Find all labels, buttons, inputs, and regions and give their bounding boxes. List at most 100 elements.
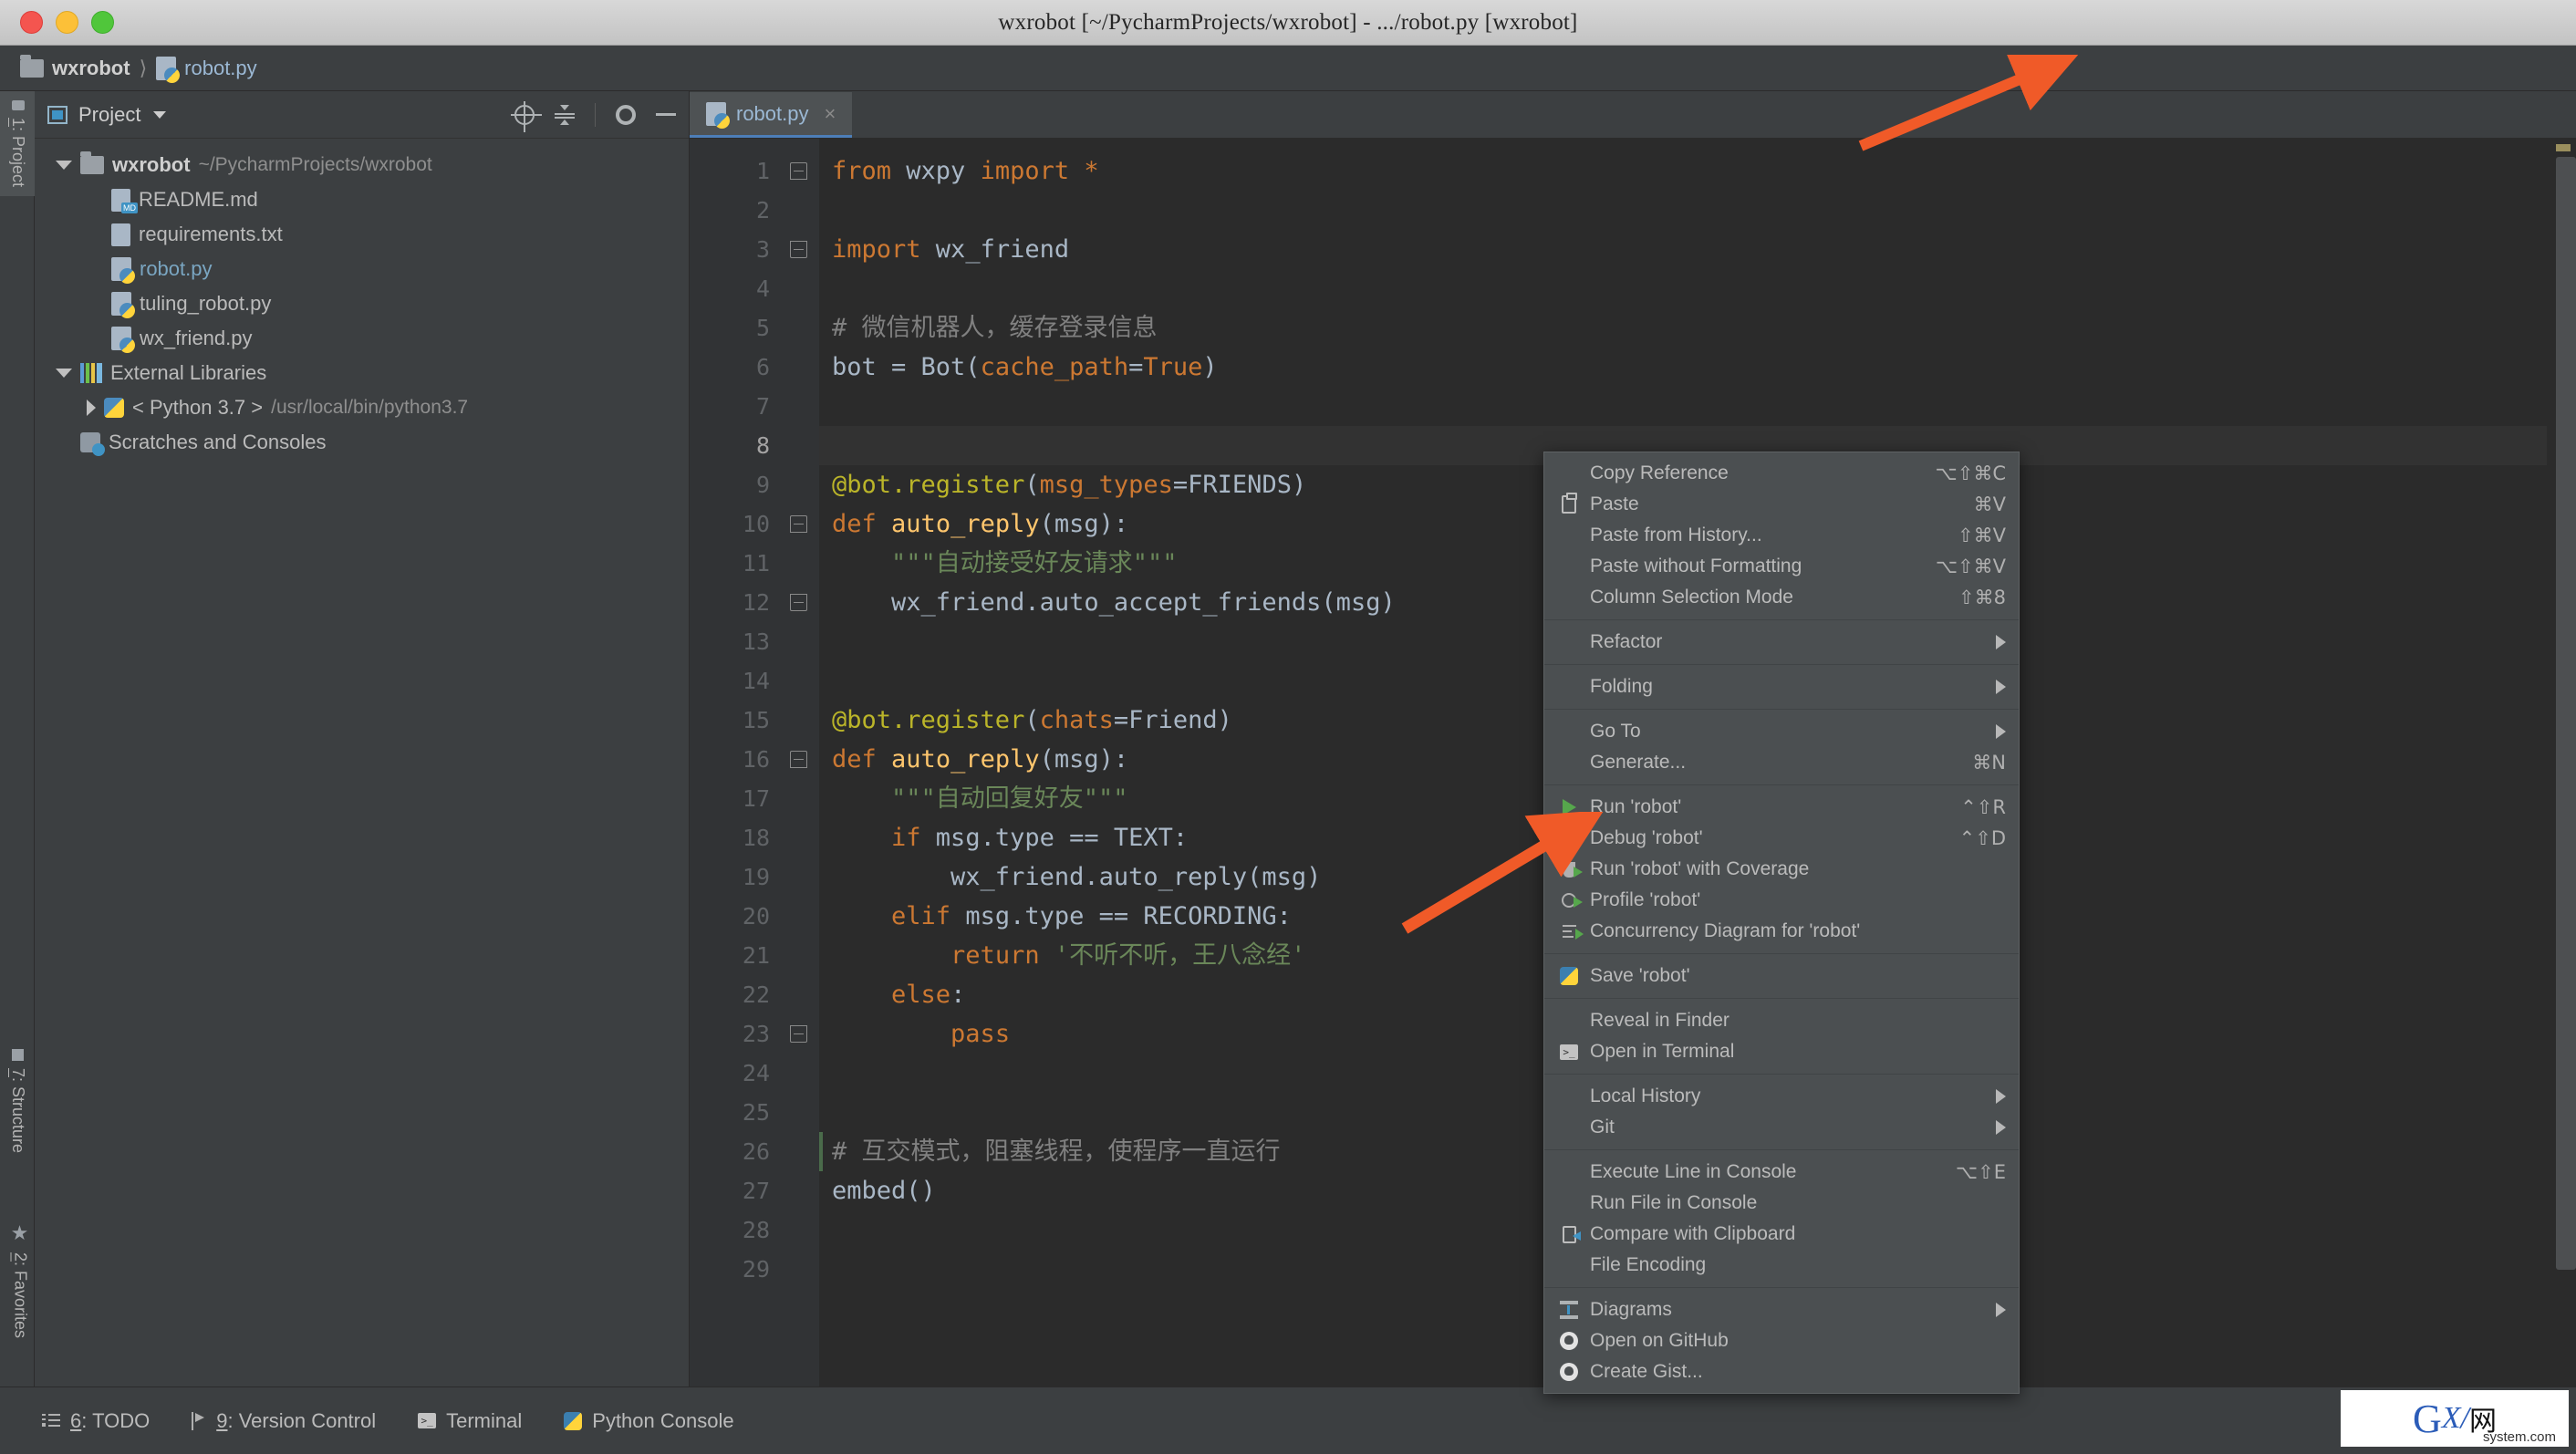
panel-divider — [595, 103, 596, 127]
menu-item-debug-robot[interactable]: Debug 'robot'⌃⇧D — [1544, 823, 2019, 854]
status-item-python-console-label: Python Console — [592, 1409, 733, 1433]
menu-item-label: Go To — [1590, 721, 1641, 743]
marker-warning[interactable] — [2556, 144, 2571, 151]
chevron-down-icon[interactable] — [153, 111, 166, 119]
tree-item[interactable]: < Python 3.7 >/usr/local/bin/python3.7 — [35, 390, 689, 425]
fold-toggle-icon[interactable] — [790, 751, 807, 768]
locate-icon[interactable] — [514, 105, 535, 125]
libraries-icon — [80, 363, 102, 383]
marker-gutter[interactable] — [2547, 139, 2576, 1386]
menu-item-folding[interactable]: Folding — [1544, 671, 2019, 702]
menu-item-execute-line-in-console[interactable]: Execute Line in Console⌥⇧E — [1544, 1157, 2019, 1188]
gear-icon[interactable] — [616, 105, 636, 125]
code-line[interactable]: from wxpy import * — [819, 151, 2576, 191]
menu-item-paste[interactable]: Paste⌘V — [1544, 489, 2019, 520]
editor-context-menu[interactable]: Copy Reference⌥⇧⌘CPaste⌘VPaste from Hist… — [1543, 452, 2020, 1394]
tree-item[interactable]: tuling_robot.py — [35, 286, 689, 321]
sidebar-tab-project-label: 1: Project — [8, 118, 27, 187]
fold-toggle-icon[interactable] — [790, 1025, 807, 1043]
python-file-icon — [156, 57, 176, 80]
code-line[interactable] — [819, 269, 2576, 308]
tree-item[interactable]: wxrobot~/PycharmProjects/wxrobot — [35, 148, 689, 182]
tree-item[interactable]: requirements.txt — [35, 217, 689, 252]
menu-item-open-on-github[interactable]: Open on GitHub — [1544, 1325, 2019, 1356]
fold-toggle-icon[interactable] — [790, 594, 807, 611]
project-tree[interactable]: wxrobot~/PycharmProjects/wxrobotREADME.m… — [35, 139, 689, 460]
tree-item[interactable]: External Libraries — [35, 356, 689, 390]
menu-item-create-gist[interactable]: Create Gist... — [1544, 1356, 2019, 1387]
menu-item-icon — [1557, 462, 1581, 484]
status-item-version-control[interactable]: 9: Version Control — [192, 1409, 376, 1433]
python-file-icon — [111, 257, 131, 281]
sidebar-tab-structure[interactable]: 7: Structure — [0, 1040, 36, 1162]
tree-item-label: wx_friend.py — [140, 327, 253, 350]
minimize-icon[interactable] — [656, 113, 676, 116]
status-item-python-console[interactable]: Python Console — [564, 1409, 733, 1433]
menu-item-icon — [1557, 752, 1581, 774]
line-number: 15 — [690, 701, 781, 740]
menu-item-run-robot-with-coverage[interactable]: Run 'robot' with Coverage — [1544, 854, 2019, 885]
menu-item-generate[interactable]: Generate...⌘N — [1544, 747, 2019, 778]
status-item-todo[interactable]: 6: TODO — [42, 1409, 150, 1433]
code-line[interactable]: bot = Bot(cache_path=True) — [819, 348, 2576, 387]
breadcrumb-file[interactable]: robot.py — [156, 57, 257, 80]
line-number: 3 — [690, 230, 781, 269]
chevron-down-icon[interactable] — [56, 369, 72, 378]
fold-toggle-icon[interactable] — [790, 162, 807, 180]
menu-item-go-to[interactable]: Go To — [1544, 716, 2019, 747]
menu-item-icon — [1557, 524, 1581, 546]
breadcrumb-project[interactable]: wxrobot — [20, 57, 130, 80]
menu-item-paste-without-formatting[interactable]: Paste without Formatting⌥⇧⌘V — [1544, 551, 2019, 582]
tree-item[interactable]: wx_friend.py — [35, 321, 689, 356]
editor-scrollbar-thumb[interactable] — [2556, 157, 2576, 1270]
close-icon[interactable]: × — [825, 102, 836, 126]
menu-item-run-robot[interactable]: Run 'robot'⌃⇧R — [1544, 792, 2019, 823]
code-line[interactable] — [819, 191, 2576, 230]
tree-item[interactable]: robot.py — [35, 252, 689, 286]
chevron-right-icon[interactable] — [87, 400, 96, 416]
menu-item-column-selection-mode[interactable]: Column Selection Mode⇧⌘8 — [1544, 582, 2019, 613]
menu-item-shortcut: ⌥⇧⌘V — [1936, 556, 2006, 577]
menu-item-save-robot[interactable]: Save 'robot' — [1544, 961, 2019, 992]
github-icon — [1560, 1332, 1578, 1350]
chevron-right-icon — [1996, 1303, 2006, 1317]
menu-item-icon: >_ — [1557, 1041, 1581, 1063]
menu-item-paste-from-history[interactable]: Paste from History...⇧⌘V — [1544, 520, 2019, 551]
menu-item-shortcut: ⇧⌘V — [1958, 524, 2006, 546]
status-item-terminal[interactable]: >_ Terminal — [418, 1409, 522, 1433]
menu-item-label: Refactor — [1590, 631, 1662, 653]
fold-toggle-icon[interactable] — [790, 241, 807, 258]
menu-item-open-in-terminal[interactable]: >_Open in Terminal — [1544, 1036, 2019, 1067]
menu-item-profile-robot[interactable]: Profile 'robot' — [1544, 885, 2019, 916]
menu-item-reveal-in-finder[interactable]: Reveal in Finder — [1544, 1005, 2019, 1036]
menu-item-label: Concurrency Diagram for 'robot' — [1590, 920, 1860, 942]
chevron-down-icon[interactable] — [56, 161, 72, 170]
tree-item[interactable]: README.md — [35, 182, 689, 217]
python-file-icon — [111, 292, 131, 316]
watermark-xi: X/ — [2442, 1401, 2469, 1436]
menu-item-run-file-in-console[interactable]: Run File in Console — [1544, 1188, 2019, 1219]
menu-item-local-history[interactable]: Local History — [1544, 1081, 2019, 1112]
code-line[interactable] — [819, 387, 2576, 426]
sidebar-tab-project[interactable]: 1: Project — [0, 91, 36, 196]
line-number: 12 — [690, 583, 781, 622]
run-icon — [1563, 799, 1576, 815]
menu-item-compare-with-clipboard[interactable]: Compare with Clipboard — [1544, 1219, 2019, 1250]
fold-toggle-icon[interactable] — [790, 515, 807, 533]
menu-item-copy-reference[interactable]: Copy Reference⌥⇧⌘C — [1544, 458, 2019, 489]
line-number: 17 — [690, 779, 781, 818]
tree-item[interactable]: Scratches and Consoles — [35, 425, 689, 460]
menu-item-git[interactable]: Git — [1544, 1112, 2019, 1143]
menu-item-file-encoding[interactable]: File Encoding — [1544, 1250, 2019, 1281]
menu-item-shortcut: ⌃⇧D — [1959, 827, 2006, 849]
editor-tab-robot-py[interactable]: robot.py × — [690, 92, 852, 138]
collapse-all-icon[interactable] — [555, 105, 575, 125]
menu-item-icon — [1557, 1223, 1581, 1245]
code-line[interactable]: # 微信机器人，缓存登录信息 — [819, 308, 2576, 348]
code-line[interactable]: import wx_friend — [819, 230, 2576, 269]
code-folding-gutter[interactable] — [781, 139, 819, 1386]
menu-item-refactor[interactable]: Refactor — [1544, 627, 2019, 658]
menu-item-diagrams[interactable]: Diagrams — [1544, 1294, 2019, 1325]
breadcrumb-file-label: robot.py — [184, 57, 257, 80]
menu-item-concurrency-diagram-for-robot[interactable]: Concurrency Diagram for 'robot' — [1544, 916, 2019, 947]
